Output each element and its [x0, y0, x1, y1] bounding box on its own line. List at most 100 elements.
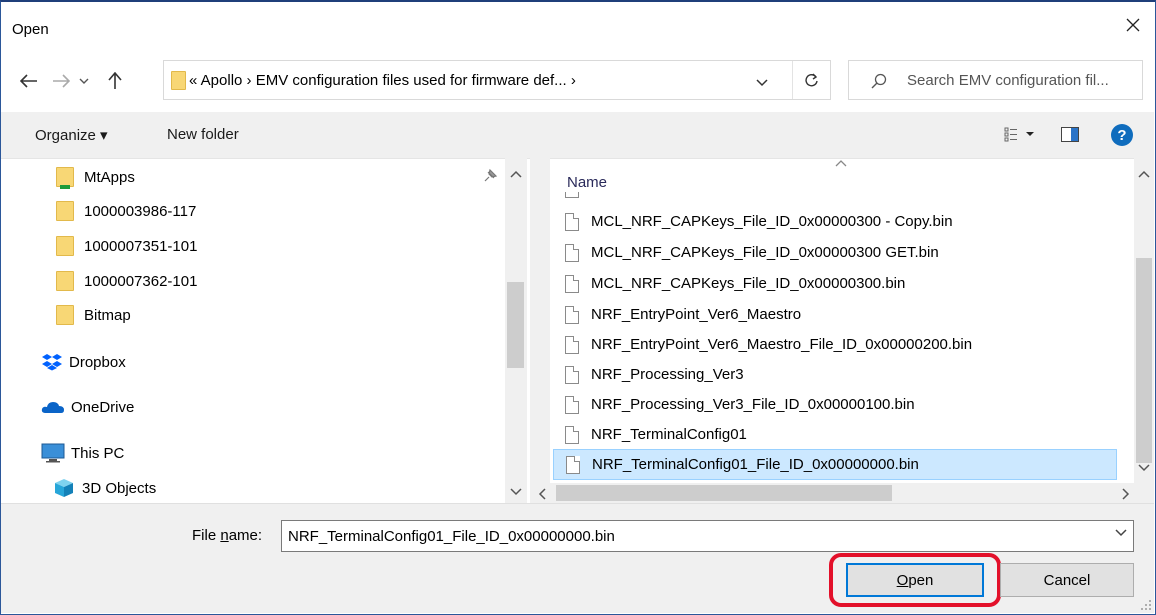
- nav-item-dropbox[interactable]: Dropbox: [41, 347, 126, 377]
- file-row-selected[interactable]: NRF_TerminalConfig01_File_ID_0x00000000.…: [553, 449, 1117, 480]
- back-button[interactable]: [18, 70, 40, 92]
- file-icon: [565, 192, 579, 198]
- file-row[interactable]: NRF_TerminalConfig01: [553, 419, 1117, 450]
- file-list-vertical-scrollbar[interactable]: [1134, 158, 1154, 483]
- details-view-icon: [1004, 127, 1034, 142]
- scroll-right-arrow-icon[interactable]: [1122, 488, 1130, 500]
- nav-item-bitmap[interactable]: Bitmap: [56, 300, 131, 330]
- folder-icon: [56, 201, 74, 221]
- nav-item-folder[interactable]: 1000003986-117: [56, 196, 196, 226]
- file-name: NRF_TerminalConfig01_File_ID_0x00000000.…: [592, 456, 919, 473]
- search-icon: [871, 73, 887, 89]
- folder-icon: [56, 271, 74, 291]
- scrollbar-thumb[interactable]: [1136, 258, 1152, 463]
- file-icon: [565, 274, 579, 293]
- file-name: NRF_Processing_Ver3_File_ID_0x00000100.b…: [591, 396, 915, 413]
- search-placeholder: Search EMV configuration fil...: [907, 72, 1109, 89]
- file-list-horizontal-scrollbar[interactable]: [530, 483, 1154, 503]
- nav-item-label: MtApps: [84, 168, 135, 186]
- file-name: MCL_NRF_CAPKeys_File_ID_0x00000300.bin: [591, 275, 906, 292]
- file-name: NRF_EntryPoint_Ver6_Maestro_File_ID_0x00…: [591, 336, 973, 353]
- file-name-combobox[interactable]: [281, 520, 1134, 552]
- column-header-name[interactable]: Name: [557, 160, 1127, 192]
- file-name: NRF_EntryPoint_Ver6_Maestro: [591, 306, 802, 323]
- file-name-label: File name:: [192, 527, 262, 544]
- file-row-clipped[interactable]: [553, 192, 1117, 202]
- file-name: MCL_NRF_CAPKeys_File_ID_0x00000300 - Cop…: [591, 213, 953, 230]
- nav-item-folder[interactable]: 1000007362-101: [56, 266, 197, 296]
- scroll-down-arrow-icon[interactable]: [1138, 464, 1150, 472]
- open-button-label: pen: [908, 571, 934, 589]
- file-name-input[interactable]: [282, 521, 1082, 551]
- file-row[interactable]: NRF_Processing_Ver3_File_ID_0x00000100.b…: [553, 389, 1117, 420]
- forward-button[interactable]: [50, 70, 72, 92]
- nav-item-3d-objects[interactable]: 3D Objects: [54, 473, 156, 503]
- change-view-button[interactable]: [1004, 126, 1038, 146]
- nav-item-this-pc[interactable]: This PC: [41, 438, 124, 468]
- file-row[interactable]: NRF_Processing_Ver3: [553, 359, 1117, 390]
- nav-item-label: Dropbox: [69, 353, 126, 371]
- command-bar: Organize ▾ New folder ?: [1, 112, 1154, 158]
- file-name: MCL_NRF_CAPKeys_File_ID_0x00000300 GET.b…: [591, 244, 939, 261]
- scroll-left-arrow-icon[interactable]: [538, 488, 546, 500]
- organize-menu[interactable]: Organize ▾: [35, 126, 108, 144]
- preview-pane-button[interactable]: [1061, 127, 1079, 142]
- nav-item-mtapps[interactable]: MtApps: [56, 162, 135, 192]
- open-button-accelerator: O: [896, 571, 909, 589]
- cancel-button[interactable]: Cancel: [1000, 563, 1134, 597]
- help-icon: ?: [1117, 126, 1127, 144]
- up-arrow-icon: [108, 72, 122, 89]
- file-icon: [565, 425, 579, 444]
- folder-icon: [56, 305, 74, 325]
- help-button[interactable]: ?: [1111, 124, 1133, 146]
- nav-item-label: 1000003986-117: [84, 202, 197, 220]
- address-dropdown[interactable]: [756, 74, 768, 91]
- pin-icon[interactable]: [482, 168, 498, 184]
- recent-locations-button[interactable]: [76, 70, 92, 92]
- nav-item-label: 1000007362-101: [84, 272, 198, 290]
- resize-grip-icon[interactable]: [1140, 599, 1152, 611]
- scroll-up-arrow-icon[interactable]: [1138, 170, 1150, 178]
- nav-item-label: 3D Objects: [82, 479, 157, 497]
- nav-item-label: 1000007351-101: [84, 237, 198, 255]
- scrollbar-thumb[interactable]: [556, 485, 892, 501]
- address-path[interactable]: « Apollo › EMV configuration files used …: [189, 72, 576, 89]
- address-bar[interactable]: « Apollo › EMV configuration files used …: [163, 60, 831, 100]
- forward-arrow-icon: [53, 74, 70, 88]
- file-row[interactable]: MCL_NRF_CAPKeys_File_ID_0x00000300.bin: [553, 268, 1117, 299]
- file-name-label-suffix: ame:: [228, 527, 263, 544]
- up-button[interactable]: [104, 70, 126, 92]
- close-button[interactable]: [1118, 10, 1148, 40]
- nav-item-label: OneDrive: [71, 398, 135, 416]
- chevron-down-icon: [756, 79, 768, 87]
- file-row[interactable]: NRF_EntryPoint_Ver6_Maestro_File_ID_0x00…: [553, 329, 1117, 360]
- folder-icon: [171, 71, 186, 90]
- file-icon: [565, 305, 579, 324]
- open-button[interactable]: Open: [846, 563, 984, 597]
- scroll-down-arrow-icon[interactable]: [510, 488, 522, 496]
- search-box[interactable]: Search EMV configuration fil...: [848, 60, 1143, 100]
- scroll-up-arrow-icon[interactable]: [510, 170, 522, 178]
- file-name: NRF_TerminalConfig01: [591, 426, 747, 443]
- nav-item-folder[interactable]: 1000007351-101: [56, 231, 197, 261]
- nav-item-onedrive[interactable]: OneDrive: [41, 392, 134, 422]
- file-name-label-accelerator: n: [220, 527, 229, 544]
- chevron-down-icon[interactable]: [1115, 529, 1127, 537]
- file-icon: [565, 365, 579, 384]
- dialog-title: Open: [12, 21, 49, 38]
- file-row[interactable]: MCL_NRF_CAPKeys_File_ID_0x00000300 - Cop…: [553, 206, 1117, 237]
- file-icon: [566, 455, 580, 474]
- back-arrow-icon: [20, 74, 37, 88]
- new-folder-button[interactable]: New folder: [167, 126, 239, 143]
- onedrive-icon: [41, 402, 64, 413]
- nav-pane-scrollbar[interactable]: [505, 158, 527, 503]
- file-icon: [565, 243, 579, 262]
- file-row[interactable]: NRF_EntryPoint_Ver6_Maestro: [553, 299, 1117, 330]
- pane-splitter[interactable]: [530, 158, 550, 503]
- file-icon: [565, 395, 579, 414]
- scrollbar-thumb[interactable]: [507, 282, 524, 368]
- file-row[interactable]: MCL_NRF_CAPKeys_File_ID_0x00000300 GET.b…: [553, 237, 1117, 268]
- nav-item-label: This PC: [71, 444, 125, 462]
- folder-icon: [56, 236, 74, 256]
- refresh-button[interactable]: [792, 61, 830, 99]
